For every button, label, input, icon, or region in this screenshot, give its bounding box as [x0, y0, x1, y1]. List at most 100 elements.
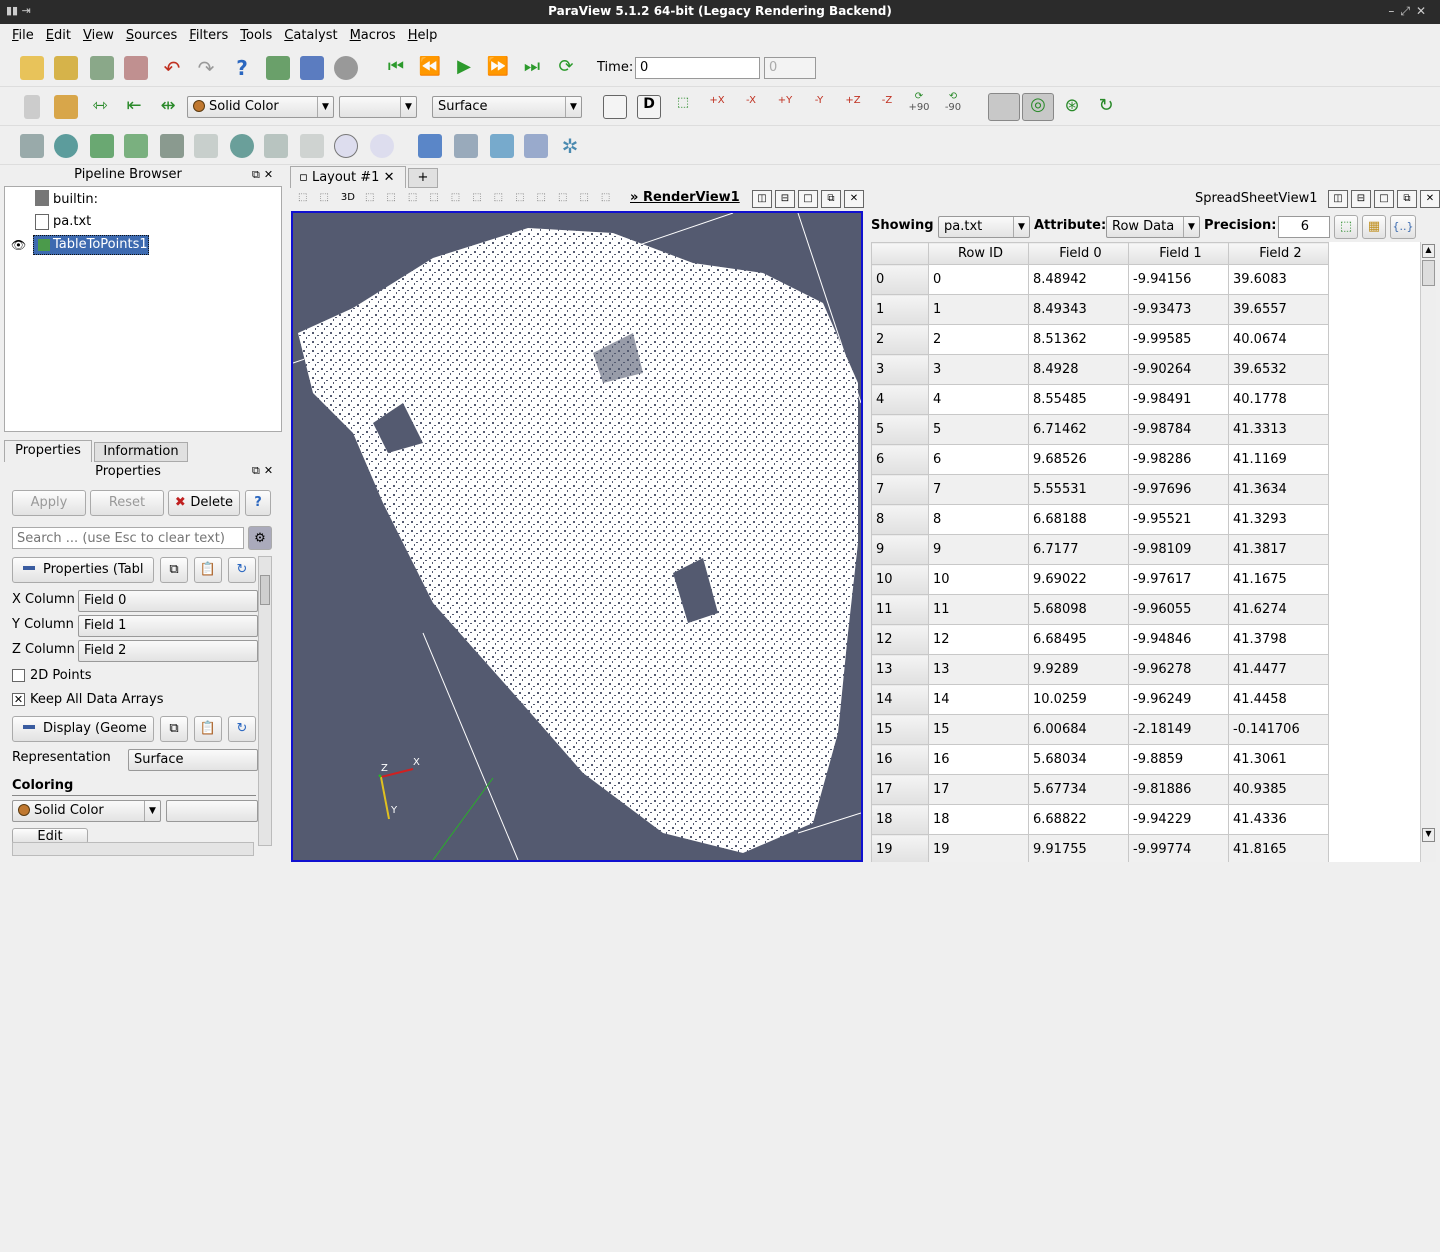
table-cell[interactable]: 41.4458	[1228, 684, 1329, 715]
pipeline-item-builtin[interactable]: builtin:	[53, 192, 98, 207]
connect-icon[interactable]	[90, 56, 114, 80]
table-row[interactable]: 1 1 8.49343 -9.93473 39.6557	[871, 294, 1329, 325]
table-cell[interactable]: 8.48942	[1028, 264, 1129, 295]
zoom-to-box-icon[interactable]: ⬚	[671, 95, 695, 119]
menu-edit[interactable]: Edit	[40, 24, 77, 48]
view-minus-z-icon[interactable]: -Z	[875, 95, 899, 119]
restore-icon[interactable]: ↻	[228, 557, 256, 583]
group-datasets-icon[interactable]	[334, 134, 358, 158]
table-cell[interactable]: 14	[928, 684, 1029, 715]
table-cell[interactable]: 41.4477	[1228, 654, 1329, 685]
time-index-spinbox[interactable]: 0	[764, 57, 816, 79]
table-cell[interactable]: 9.91755	[1028, 834, 1129, 862]
table-cell[interactable]: -9.95521	[1128, 504, 1229, 535]
table-row[interactable]: 0 0 8.48942 -9.94156 39.6083	[871, 264, 1329, 295]
disconnect-icon[interactable]	[124, 56, 148, 80]
row-header[interactable]: 18	[871, 804, 929, 835]
properties-search-input[interactable]	[12, 527, 244, 549]
row-header[interactable]: 16	[871, 744, 929, 775]
showing-select[interactable]: pa.txt ▼	[938, 216, 1030, 238]
table-row[interactable]: 6 6 9.68526 -9.98286 41.1169	[871, 444, 1329, 475]
representation-prop-select[interactable]: Surface	[128, 749, 258, 771]
representation-select[interactable]: Surface ▼	[432, 96, 582, 118]
paste-icon[interactable]: 📋	[194, 557, 222, 583]
table-row[interactable]: 16 16 5.68034 -9.8859 41.3061	[871, 744, 1329, 775]
scroll-thumb[interactable]	[1422, 260, 1435, 286]
table-cell[interactable]: -9.96249	[1128, 684, 1229, 715]
table-cell[interactable]: 11	[928, 594, 1029, 625]
column-header[interactable]: Field 1	[1128, 242, 1229, 265]
table-row[interactable]: 12 12 6.68495 -9.94846 41.3798	[871, 624, 1329, 655]
table-cell[interactable]: 1	[928, 294, 1029, 325]
maximize-icon[interactable]: □	[798, 190, 818, 208]
column-header[interactable]: Row ID	[928, 242, 1029, 265]
extract-subset-icon[interactable]	[194, 134, 218, 158]
coloring-select[interactable]: Solid Color ▼	[12, 800, 161, 822]
table-cell[interactable]: 4	[928, 384, 1029, 415]
split-horizontal-icon[interactable]: ◫	[752, 190, 772, 208]
menu-file[interactable]: File	[6, 24, 40, 48]
table-cell[interactable]: 40.0674	[1228, 324, 1329, 355]
table-cell[interactable]: 8	[928, 504, 1029, 535]
table-cell[interactable]: 41.3817	[1228, 534, 1329, 565]
last-frame-icon[interactable]: ⏭	[520, 56, 544, 80]
row-header[interactable]: 2	[871, 324, 929, 355]
row-header[interactable]: 15	[871, 714, 929, 745]
table-cell[interactable]: 40.1778	[1228, 384, 1329, 415]
table-cell[interactable]: -9.96278	[1128, 654, 1229, 685]
table-cell[interactable]: 41.6274	[1228, 594, 1329, 625]
row-header[interactable]: 8	[871, 504, 929, 535]
color-legend-icon[interactable]	[24, 95, 40, 119]
table-cell[interactable]: 0	[928, 264, 1029, 295]
warp-icon[interactable]	[300, 134, 324, 158]
add-layout-tab[interactable]: +	[408, 168, 438, 188]
table-cell[interactable]: 41.3293	[1228, 504, 1329, 535]
table-cell[interactable]: 17	[928, 774, 1029, 805]
play-icon[interactable]: ▶	[452, 56, 476, 80]
table-row[interactable]: 10 10 9.69022 -9.97617 41.1675	[871, 564, 1329, 595]
table-cell[interactable]: 2	[928, 324, 1029, 355]
row-header[interactable]: 13	[871, 654, 929, 685]
copy-icon[interactable]: ⧉	[160, 557, 188, 583]
menu-filters[interactable]: Filters	[183, 24, 234, 48]
scroll-down-icon[interactable]: ▼	[1422, 828, 1435, 842]
panel-float-close-icon[interactable]: ⧉✕	[252, 168, 277, 182]
table-cell[interactable]: 10.0259	[1028, 684, 1129, 715]
properties-scrollbar[interactable]	[258, 996, 272, 1252]
table-cell[interactable]: 5.55531	[1028, 474, 1129, 505]
table-cell[interactable]: 41.3061	[1228, 744, 1329, 775]
pick-center-icon[interactable]: ⊛	[1060, 95, 1084, 119]
table-cell[interactable]: -9.98784	[1128, 414, 1229, 445]
table-cell[interactable]: 10	[928, 564, 1029, 595]
undo-icon[interactable]: ↶	[160, 56, 184, 80]
x-column-select[interactable]: Field 0	[78, 590, 258, 612]
view-plus-y-icon[interactable]: +Y	[773, 95, 797, 119]
column-header[interactable]: Field 2	[1228, 242, 1329, 265]
table-row[interactable]: 5 5 6.71462 -9.98784 41.3313	[871, 414, 1329, 445]
threshold-icon[interactable]	[160, 134, 184, 158]
table-cell[interactable]: 41.3634	[1228, 474, 1329, 505]
table-row[interactable]: 17 17 5.67734 -9.81886 40.9385	[871, 774, 1329, 805]
table-row[interactable]: 14 14 10.0259 -9.96249 41.4458	[871, 684, 1329, 715]
loop-icon[interactable]: ⟳	[554, 56, 578, 80]
table-cell[interactable]: 5.68098	[1028, 594, 1129, 625]
3d-toggle[interactable]: 3D	[341, 192, 355, 203]
rotate-minus-90-icon[interactable]: ⟲ -90	[941, 91, 965, 115]
table-cell[interactable]: 41.3313	[1228, 414, 1329, 445]
select-icon[interactable]	[300, 56, 324, 80]
advanced-gear-icon[interactable]: ⚙	[248, 526, 272, 550]
close-view-icon[interactable]: ✕	[844, 190, 864, 208]
table-row[interactable]: 11 11 5.68098 -9.96055 41.6274	[871, 594, 1329, 625]
table-row[interactable]: 13 13 9.9289 -9.96278 41.4477	[871, 654, 1329, 685]
table-cell[interactable]: 13	[928, 654, 1029, 685]
plot-over-line-icon[interactable]	[454, 134, 478, 158]
table-cell[interactable]: 41.8165	[1228, 834, 1329, 862]
2d-points-checkbox[interactable]	[12, 669, 25, 682]
table-cell[interactable]: -9.97617	[1128, 564, 1229, 595]
reset-button[interactable]: Reset	[90, 490, 164, 516]
table-cell[interactable]: -9.98109	[1128, 534, 1229, 565]
calculator-icon[interactable]	[20, 134, 44, 158]
table-cell[interactable]: 41.1675	[1228, 564, 1329, 595]
copy-display-icon[interactable]: ⧉	[160, 716, 188, 742]
ss-maximize-icon[interactable]: □	[1374, 190, 1394, 208]
